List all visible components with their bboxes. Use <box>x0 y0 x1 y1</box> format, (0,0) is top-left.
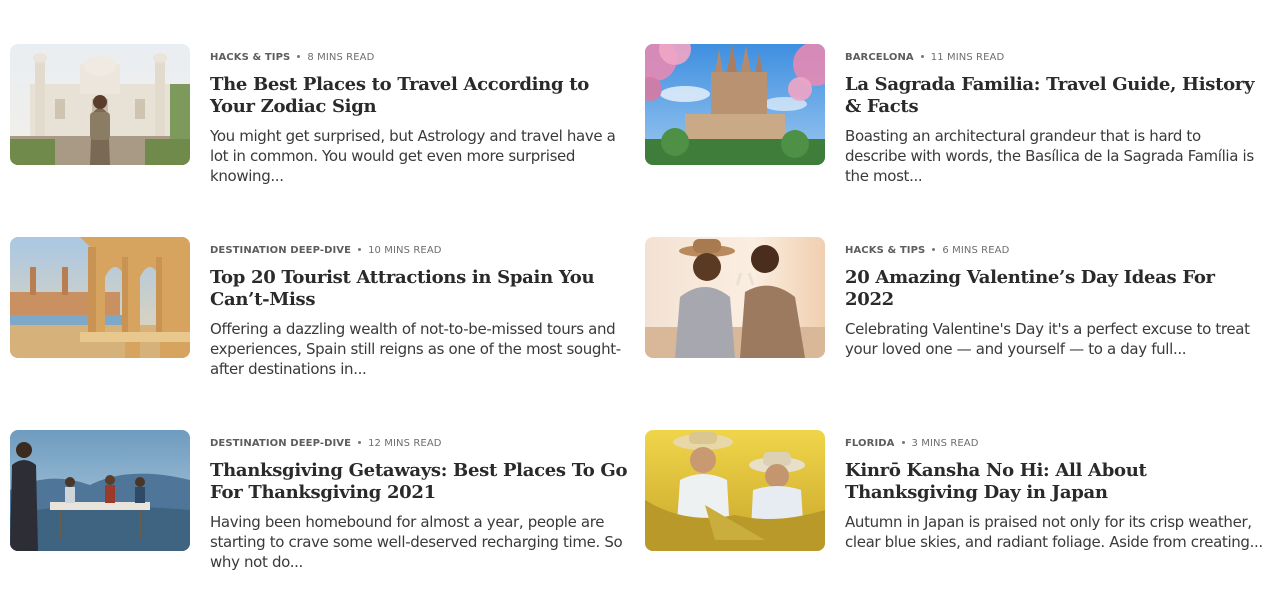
category-link[interactable]: HACKS & TIPS <box>210 52 290 63</box>
article-card[interactable]: DESTINATION DEEP-DIVE 12 MINS READ Thanks… <box>10 430 640 590</box>
separator-dot <box>297 54 301 58</box>
article-card[interactable]: DESTINATION DEEP-DIVE 10 MINS READ Top 20… <box>10 237 640 397</box>
article-title[interactable]: Top 20 Tourist Attractions in Spain You … <box>210 267 630 311</box>
article-card[interactable]: BARCELONA 11 MINS READ La Sagrada Familia… <box>645 44 1275 204</box>
read-time: 6 MINS READ <box>942 245 1010 256</box>
article-title[interactable]: La Sagrada Familia: Travel Guide, Histor… <box>845 74 1265 118</box>
article-thumbnail[interactable] <box>10 44 190 165</box>
woman-at-palace-photo <box>10 44 190 165</box>
article-title[interactable]: Thanksgiving Getaways: Best Places To Go… <box>210 460 630 504</box>
separator-dot <box>920 54 924 58</box>
article-excerpt: Celebrating Valentine's Day it's a perfe… <box>845 320 1250 358</box>
article-card[interactable]: HACKS & TIPS 6 MINS READ 20 Amazing Valen… <box>645 237 1275 397</box>
article-meta: DESTINATION DEEP-DIVE 12 MINS READ <box>210 437 630 451</box>
read-time: 10 MINS READ <box>368 245 442 256</box>
article-thumbnail[interactable] <box>10 430 190 551</box>
article-card[interactable]: FLORIDA 3 MINS READ Kinrō Kansha No Hi: A… <box>645 430 1275 590</box>
plaza-de-espana-photo <box>10 237 190 358</box>
separator-dot <box>932 247 936 251</box>
article-meta: HACKS & TIPS 8 MINS READ <box>210 51 630 65</box>
article-meta: DESTINATION DEEP-DIVE 10 MINS READ <box>210 244 630 258</box>
article-meta: HACKS & TIPS 6 MINS READ <box>845 244 1265 258</box>
article-thumbnail[interactable] <box>645 430 825 551</box>
article-title[interactable]: 20 Amazing Valentine’s Day Ideas For 202… <box>845 267 1265 311</box>
article-excerpt: Autumn in Japan is praised not only for … <box>845 513 1263 551</box>
sagrada-familia-photo <box>645 44 825 165</box>
article-excerpt: Offering a dazzling wealth of not-to-be-… <box>210 320 621 378</box>
article-thumbnail[interactable] <box>645 237 825 358</box>
category-link[interactable]: FLORIDA <box>845 438 895 449</box>
article-meta: BARCELONA 11 MINS READ <box>845 51 1265 65</box>
read-time: 12 MINS READ <box>368 438 442 449</box>
couple-toasting-photo <box>645 237 825 358</box>
category-link[interactable]: HACKS & TIPS <box>845 245 925 256</box>
outdoor-dinner-photo <box>10 430 190 551</box>
rice-harvest-photo <box>645 430 825 551</box>
article-card[interactable]: HACKS & TIPS 8 MINS READ The Best Places … <box>10 44 640 204</box>
article-grid: HACKS & TIPS 8 MINS READ The Best Places … <box>0 0 1277 584</box>
read-time: 3 MINS READ <box>911 438 979 449</box>
article-meta: FLORIDA 3 MINS READ <box>845 437 1265 451</box>
category-link[interactable]: DESTINATION DEEP-DIVE <box>210 245 351 256</box>
separator-dot <box>901 440 905 444</box>
read-time: 11 MINS READ <box>930 52 1005 63</box>
article-thumbnail[interactable] <box>10 237 190 358</box>
article-title[interactable]: Kinrō Kansha No Hi: All About Thanksgivi… <box>845 460 1265 504</box>
separator-dot <box>358 247 362 251</box>
separator-dot <box>358 440 362 444</box>
read-time: 8 MINS READ <box>307 52 375 63</box>
article-excerpt: Having been homebound for almost a year,… <box>210 513 623 571</box>
article-excerpt: You might get surprised, but Astrology a… <box>210 127 616 185</box>
article-title[interactable]: The Best Places to Travel According to Y… <box>210 74 630 118</box>
article-thumbnail[interactable] <box>645 44 825 165</box>
category-link[interactable]: DESTINATION DEEP-DIVE <box>210 438 351 449</box>
category-link[interactable]: BARCELONA <box>845 52 914 63</box>
article-excerpt: Boasting an architectural grandeur that … <box>845 127 1254 185</box>
